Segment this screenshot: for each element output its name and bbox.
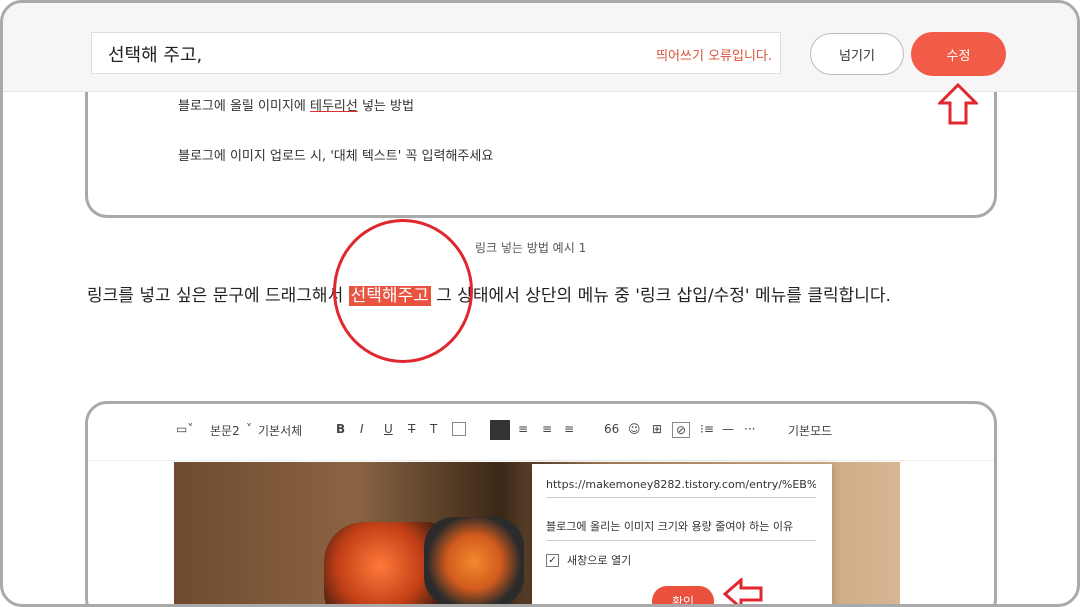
checkbox-checked-icon[interactable]: ✓	[546, 553, 559, 567]
link-icon[interactable]: ⊘	[672, 422, 691, 438]
confirm-button[interactable]: 확인	[652, 586, 714, 604]
font-select-arrow-icon[interactable]: ˅	[246, 422, 252, 436]
content-line-1: 블로그에 올릴 이미지에 테두리선 넣는 방법	[178, 99, 414, 114]
misspelled-word: 테두리선	[310, 99, 358, 114]
mode-select[interactable]: 기본모드	[788, 422, 832, 439]
link-title-input[interactable]: 블로그에 올리는 이미지 크기와 용량 줄여야 하는 이유	[546, 518, 816, 541]
emoji-icon[interactable]: ☺	[628, 422, 641, 436]
spellcheck-box: 선택해 주고, 띄어쓰기 오류입니다.	[91, 32, 781, 74]
new-window-option[interactable]: ✓ 새창으로 열기	[546, 552, 631, 568]
list-icon[interactable]: ⁝≡	[700, 422, 714, 436]
table-icon[interactable]: ⊞	[652, 422, 662, 436]
bold-button[interactable]: B	[336, 422, 345, 436]
quote-button[interactable]: 66	[604, 422, 619, 436]
text-color-button[interactable]: T	[430, 422, 437, 436]
font-select[interactable]: 기본서체	[258, 422, 302, 439]
italic-button[interactable]: I	[360, 422, 364, 436]
align-right-icon[interactable]: ≡	[542, 422, 552, 436]
underline-button[interactable]: U	[384, 422, 393, 436]
new-window-label: 새창으로 열기	[567, 554, 632, 567]
editor-toolbar: ▭˅ 본문2 ˅ 기본서체 B I U T T ≡ ≡ ≡ 66 ☺ ⊞ ⊘ ⁝…	[88, 404, 994, 461]
align-left-icon[interactable]	[490, 420, 510, 440]
screenshot-frame: 블로그에 올릴 이미지에 테두리선 넣는 방법 블로그에 이미지 업로드 시, …	[0, 0, 1080, 607]
paragraph-style-select[interactable]: 본문2	[210, 422, 240, 439]
divider-icon[interactable]: —	[722, 422, 734, 436]
spellcheck-bar: 선택해 주고, 띄어쓰기 오류입니다. 넘기기 수정	[3, 3, 1077, 92]
content-line-2: 블로그에 이미지 업로드 시, '대체 텍스트' 꼭 입력해주세요	[178, 149, 494, 164]
spellcheck-word: 선택해 주고,	[108, 45, 203, 66]
body-paragraph: 링크를 넣고 싶은 문구에 드래그해서 선택해주고 그 상태에서 상단의 메뉴 …	[87, 286, 891, 306]
image-caption: 링크 넣는 방법 예시 1	[475, 241, 587, 255]
edit-button[interactable]: 수정	[911, 32, 1006, 76]
align-justify-icon[interactable]: ≡	[564, 422, 574, 436]
editor-screenshot-card: ▭˅ 본문2 ˅ 기본서체 B I U T T ≡ ≡ ≡ 66 ☺ ⊞ ⊘ ⁝…	[85, 401, 997, 604]
tobiko-sushi	[424, 517, 524, 604]
arrow-left-annotation-icon	[723, 578, 763, 604]
link-insert-popup: https://makemoney8282.tistory.com/entry/…	[532, 464, 832, 604]
spellcheck-error-message: 띄어쓰기 오류입니다.	[656, 49, 772, 64]
circle-annotation	[333, 219, 473, 363]
link-url-input[interactable]: https://makemoney8282.tistory.com/entry/…	[546, 478, 816, 498]
more-icon[interactable]: ···	[744, 422, 755, 436]
image-icon[interactable]: ▭˅	[176, 422, 193, 436]
strikethrough-button[interactable]: T	[408, 422, 415, 436]
arrow-up-annotation-icon	[938, 83, 978, 125]
skip-button[interactable]: 넘기기	[810, 33, 904, 75]
align-center-icon[interactable]: ≡	[518, 422, 528, 436]
background-color-icon[interactable]	[452, 422, 466, 436]
